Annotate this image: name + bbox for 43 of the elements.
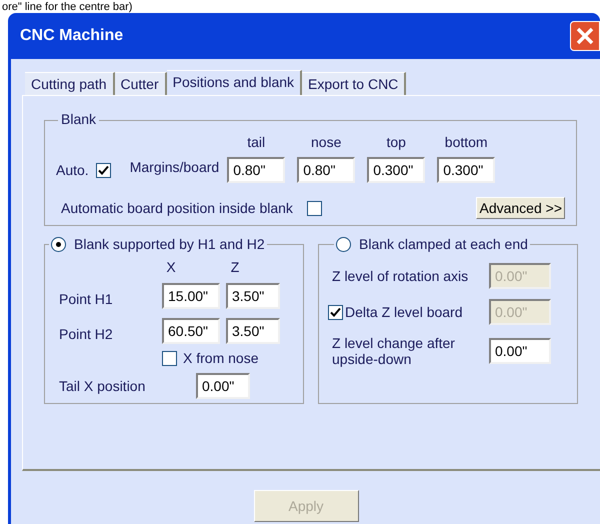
checkbox[interactable] <box>162 351 177 366</box>
label: Z <box>230 258 240 275</box>
text-field[interactable]: 0.80" <box>297 157 356 183</box>
label: nose <box>311 133 342 152</box>
label: Z level of rotation axis <box>331 268 470 284</box>
checkbox[interactable] <box>96 162 111 178</box>
label: top <box>386 133 406 152</box>
label: Delta Z level board <box>345 302 463 322</box>
label: Tail X position <box>59 376 146 396</box>
text-field[interactable]: 0.300" <box>437 157 496 183</box>
label: Automatic board position inside blank <box>61 198 293 218</box>
label: Auto. <box>56 160 89 180</box>
radio-button[interactable] <box>51 237 66 252</box>
text-field[interactable]: 15.00" <box>162 282 220 308</box>
text-field[interactable]: 0.00" <box>196 373 250 399</box>
tab[interactable]: Positions and blank <box>166 70 302 96</box>
close-icon <box>576 27 594 45</box>
caption-text: ore" line for the centre bar) <box>2 1 132 13</box>
group-title: Blank <box>61 111 96 127</box>
radio-button[interactable] <box>336 237 351 252</box>
label: X <box>165 258 177 275</box>
label: bottom <box>444 133 488 152</box>
tab[interactable]: Export to CNC <box>302 72 406 95</box>
label: tail <box>247 133 266 152</box>
label: Z level change after upside-down <box>331 335 456 367</box>
text-field[interactable]: 3.50" <box>226 282 280 308</box>
label: Blank clamped at each end <box>359 235 528 254</box>
label: Blank supported by H1 and H2 <box>74 235 265 254</box>
advanced-button[interactable]: Advanced >> <box>476 197 565 219</box>
text-field[interactable]: 3.50" <box>226 318 280 344</box>
label: Margins/board <box>130 158 220 177</box>
text-field[interactable]: 0.80" <box>227 157 286 183</box>
tab[interactable]: Cutting path <box>25 72 114 95</box>
checkbox[interactable] <box>306 200 322 216</box>
text-field[interactable]: 0.00" <box>489 338 551 364</box>
text-field[interactable]: 60.50" <box>162 318 220 344</box>
text-field[interactable]: 0.300" <box>367 157 426 183</box>
label: Point H1 <box>59 290 114 309</box>
tab[interactable]: Cutter <box>114 72 167 95</box>
label: Point H2 <box>59 325 114 344</box>
window-title: CNC Machine <box>20 26 124 46</box>
close-button[interactable] <box>570 21 600 51</box>
label: X from nose <box>183 349 258 368</box>
